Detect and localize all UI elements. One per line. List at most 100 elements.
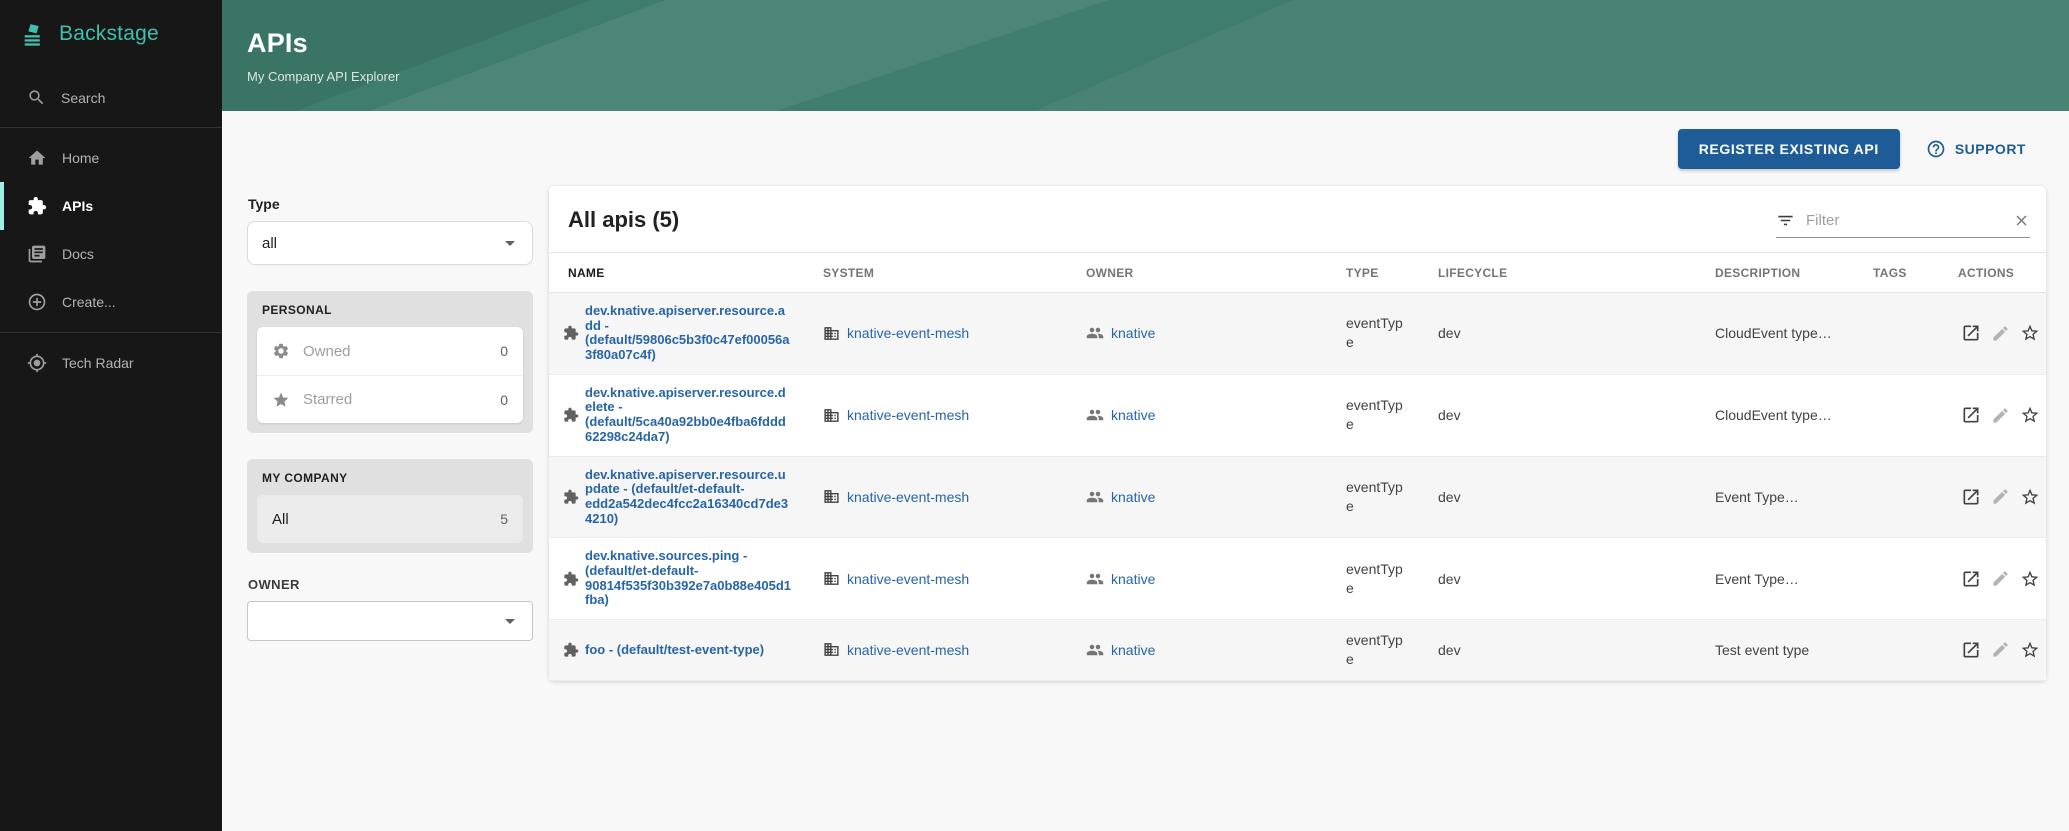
system-link[interactable]: knative-event-mesh xyxy=(847,571,969,587)
api-name-link[interactable]: dev.knative.apiserver.resource.update - … xyxy=(585,468,791,527)
type-value: eventType xyxy=(1346,560,1404,598)
star-api-button[interactable] xyxy=(2020,487,2040,507)
open-in-new-icon xyxy=(1961,640,1981,660)
starred-count: 0 xyxy=(500,392,508,408)
filter-starred[interactable]: Starred 0 xyxy=(257,375,523,423)
description-value: CloudEvent type… xyxy=(1699,374,1857,456)
system-icon xyxy=(823,407,840,424)
lifecycle-value: dev xyxy=(1422,538,1699,620)
toolbar: REGISTER EXISTING API SUPPORT xyxy=(222,111,2069,186)
support-button[interactable]: SUPPORT xyxy=(1922,133,2030,165)
owner-link[interactable]: knative xyxy=(1111,325,1155,341)
sidebar-item-apis[interactable]: APIs xyxy=(0,182,222,230)
owner-link[interactable]: knative xyxy=(1111,489,1155,505)
radar-icon xyxy=(27,353,47,373)
table-filter-input[interactable] xyxy=(1804,211,2004,230)
edit-api-button[interactable] xyxy=(1991,487,2010,506)
filter-panel: Type all PERSONAL Owned 0 xyxy=(247,186,533,641)
column-header-lifecycle[interactable]: LIFECYCLE xyxy=(1422,253,1699,293)
owner-link[interactable]: knative xyxy=(1111,642,1155,658)
edit-api-button[interactable] xyxy=(1991,569,2010,588)
type-select[interactable]: all xyxy=(247,221,533,265)
open-api-button[interactable] xyxy=(1961,405,1981,425)
column-header-actions: ACTIONS xyxy=(1942,253,2046,293)
sidebar-nav: Home APIs Docs Create... Tech Radar xyxy=(0,134,222,387)
star-border-icon xyxy=(2020,569,2040,589)
table-row: dev.knative.sources.ping - (default/et-d… xyxy=(549,538,2046,620)
sidebar-item-search[interactable]: Search xyxy=(0,88,222,107)
filter-all[interactable]: All 5 xyxy=(257,495,523,543)
api-name-link[interactable]: dev.knative.sources.ping - (default/et-d… xyxy=(585,549,791,608)
system-link[interactable]: knative-event-mesh xyxy=(847,407,969,423)
content: Type all PERSONAL Owned 0 xyxy=(222,186,2069,701)
system-link[interactable]: knative-event-mesh xyxy=(847,325,969,341)
column-header-name[interactable]: NAME xyxy=(549,253,807,293)
api-name-link[interactable]: dev.knative.apiserver.resource.add - (de… xyxy=(585,304,791,363)
owner-select[interactable] xyxy=(247,601,533,641)
api-table: NAME SYSTEM OWNER TYPE LIFECYCLE DESCRIP… xyxy=(549,252,2046,681)
add-circle-icon xyxy=(27,292,47,312)
tags-value xyxy=(1857,293,1942,375)
system-icon xyxy=(823,488,840,505)
edit-icon xyxy=(1991,406,2010,425)
table-filter-field xyxy=(1776,211,2030,238)
open-api-button[interactable] xyxy=(1961,323,1981,343)
sidebar-item-tech-radar[interactable]: Tech Radar xyxy=(0,339,222,387)
my-company-title: MY COMPANY xyxy=(262,471,523,485)
star-api-button[interactable] xyxy=(2020,405,2040,425)
edit-api-button[interactable] xyxy=(1991,406,2010,425)
all-label: All xyxy=(272,511,289,528)
system-link[interactable]: knative-event-mesh xyxy=(847,489,969,505)
edit-api-button[interactable] xyxy=(1991,324,2010,343)
sidebar-item-create[interactable]: Create... xyxy=(0,278,222,326)
filter-icon xyxy=(1776,211,1795,230)
column-header-system[interactable]: SYSTEM xyxy=(807,253,1070,293)
owned-label: Owned xyxy=(303,343,351,360)
star-api-button[interactable] xyxy=(2020,569,2040,589)
description-value: Test event type xyxy=(1699,620,1857,681)
filter-owned[interactable]: Owned 0 xyxy=(257,327,523,375)
main-area: APIs My Company API Explorer REGISTER EX… xyxy=(222,0,2069,831)
tags-value xyxy=(1857,374,1942,456)
api-name-link[interactable]: foo - (default/test-event-type) xyxy=(585,643,764,658)
sidebar-divider xyxy=(0,127,222,128)
group-icon xyxy=(1086,570,1104,588)
page-title: APIs xyxy=(247,28,2069,59)
starred-label: Starred xyxy=(303,391,352,408)
column-header-owner[interactable]: OWNER xyxy=(1070,253,1330,293)
lifecycle-value: dev xyxy=(1422,456,1699,538)
group-icon xyxy=(1086,488,1104,506)
home-icon xyxy=(27,148,47,168)
owner-link[interactable]: knative xyxy=(1111,571,1155,587)
star-api-button[interactable] xyxy=(2020,323,2040,343)
column-header-tags[interactable]: TAGS xyxy=(1857,253,1942,293)
gear-icon xyxy=(272,342,290,360)
owner-link[interactable]: knative xyxy=(1111,407,1155,423)
open-api-button[interactable] xyxy=(1961,640,1981,660)
sidebar-item-home[interactable]: Home xyxy=(0,134,222,182)
search-icon xyxy=(27,88,46,107)
sidebar-divider xyxy=(0,332,222,333)
puzzle-icon xyxy=(563,407,579,423)
column-header-type[interactable]: TYPE xyxy=(1330,253,1422,293)
open-api-button[interactable] xyxy=(1961,569,1981,589)
sidebar: Backstage Search Home APIs Docs Create..… xyxy=(0,0,222,831)
clear-filter-button[interactable] xyxy=(2013,212,2030,229)
backstage-logo[interactable]: Backstage xyxy=(0,0,222,48)
table-row: foo - (default/test-event-type) knative-… xyxy=(549,620,2046,681)
app-window: Backstage Search Home APIs Docs Create..… xyxy=(0,0,2069,831)
puzzle-icon xyxy=(563,489,579,505)
lifecycle-value: dev xyxy=(1422,293,1699,375)
sidebar-search-label: Search xyxy=(61,90,105,106)
register-existing-api-button[interactable]: REGISTER EXISTING API xyxy=(1678,129,1900,169)
sidebar-item-docs[interactable]: Docs xyxy=(0,230,222,278)
type-value: eventType xyxy=(1346,478,1404,516)
system-link[interactable]: knative-event-mesh xyxy=(847,642,969,658)
column-header-description[interactable]: DESCRIPTION xyxy=(1699,253,1857,293)
logo-text: Backstage xyxy=(59,22,159,46)
api-name-link[interactable]: dev.knative.apiserver.resource.delete - … xyxy=(585,386,791,445)
open-api-button[interactable] xyxy=(1961,487,1981,507)
star-api-button[interactable] xyxy=(2020,640,2040,660)
edit-api-button[interactable] xyxy=(1991,640,2010,659)
system-icon xyxy=(823,325,840,342)
